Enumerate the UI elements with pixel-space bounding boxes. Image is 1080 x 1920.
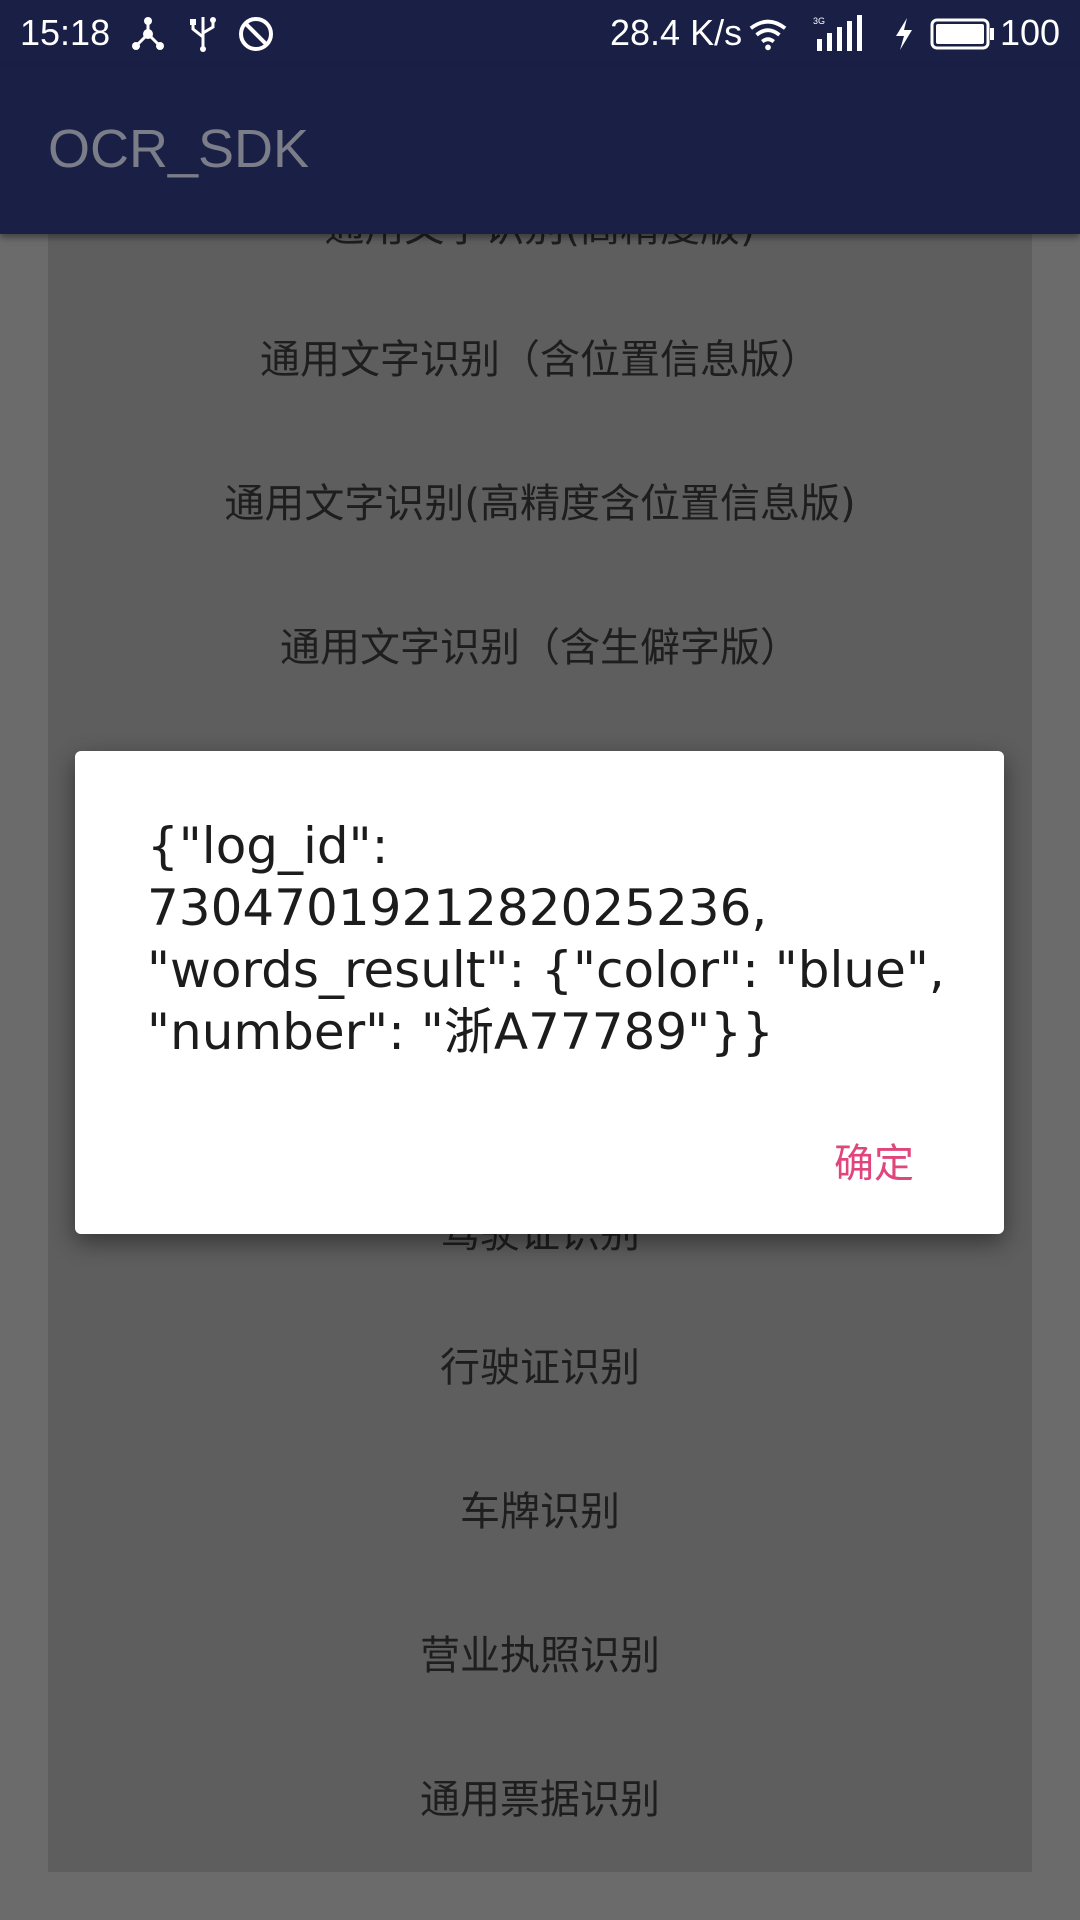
battery-icon <box>928 14 998 54</box>
result-dialog: {"log_id": 7304701921282025236, "words_r… <box>75 751 1004 1234</box>
usb-icon <box>183 14 223 54</box>
charging-icon <box>884 14 924 54</box>
list-item-business-license[interactable]: 营业执照识别 <box>48 1632 1032 1680</box>
status-time: 15:18 <box>20 12 111 53</box>
list-item-license-plate[interactable]: 车牌识别 <box>48 1488 1032 1536</box>
list-item-general-receipt[interactable]: 通用票据识别 <box>48 1776 1032 1824</box>
list-item-general-high-accuracy-location[interactable]: 通用文字识别(高精度含位置信息版) <box>48 480 1032 528</box>
share-icon <box>128 14 168 54</box>
blocked-icon <box>236 14 276 54</box>
svg-text:3G: 3G <box>813 16 825 26</box>
wifi-icon <box>748 14 788 54</box>
battery-percent: 100 <box>1000 12 1061 53</box>
message-line: "words_result": {"color": "blue", <box>147 941 945 999</box>
confirm-button[interactable]: 确定 <box>834 1123 914 1197</box>
app-bar: OCR_SDK <box>0 66 1080 234</box>
message-line: 7304701921282025236, <box>147 879 768 937</box>
signal-icon: 3G <box>812 14 872 54</box>
list-item-vehicle-license[interactable]: 行驶证识别 <box>48 1344 1032 1392</box>
message-line: {"log_id": <box>147 817 389 875</box>
app-title: OCR_SDK <box>48 119 310 179</box>
dialog-message: {"log_id": 7304701921282025236, "words_r… <box>147 815 947 1063</box>
list-item-general-location[interactable]: 通用文字识别（含位置信息版） <box>48 336 1032 384</box>
message-line: "number": "浙A77789"}} <box>147 1003 774 1061</box>
network-speed: 28.4 K/s <box>610 12 743 53</box>
list-item-general-rare-chars[interactable]: 通用文字识别（含生僻字版） <box>48 624 1032 672</box>
status-bar: 15:18 28.4 K/s 3G 100 <box>0 0 1080 66</box>
